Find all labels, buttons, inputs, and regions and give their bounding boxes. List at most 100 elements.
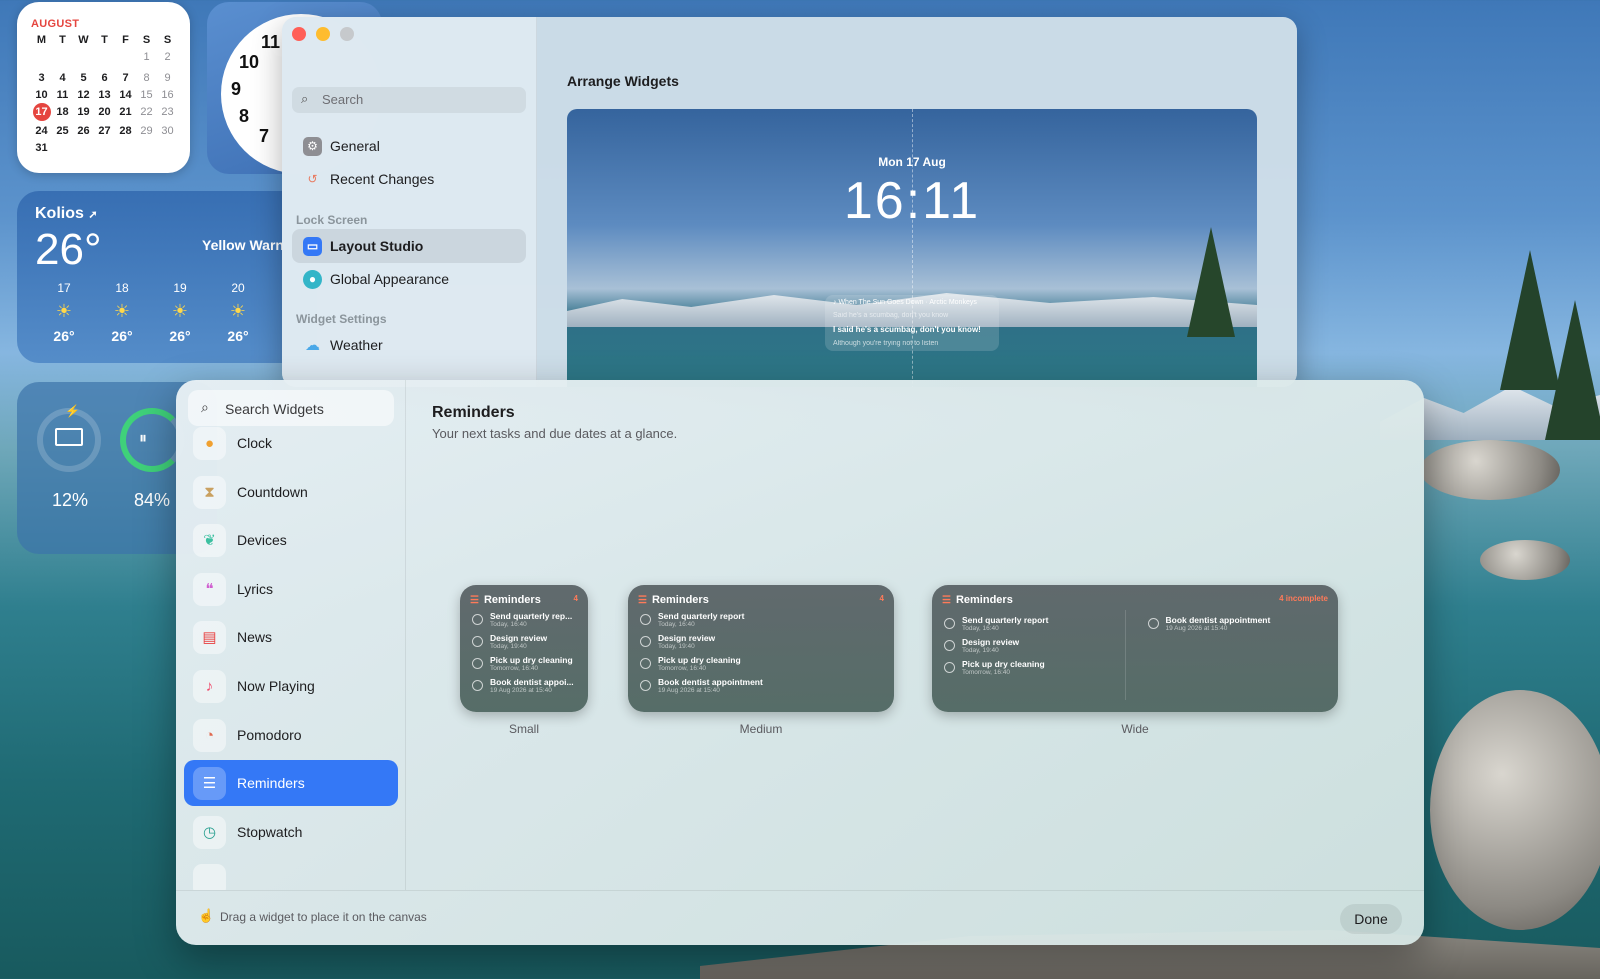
widget-list-item-reminders[interactable]: ☰ Reminders — [184, 760, 398, 807]
task-checkbox[interactable] — [472, 636, 483, 647]
sun-icon: ☀ — [55, 301, 73, 321]
calendar-day: 2 — [164, 51, 171, 63]
sidebar-item-label: Global Appearance — [330, 271, 450, 287]
reminders-widget-small[interactable]: ☰ Reminders 4 Send quarterly rep... Today, 1… — [460, 585, 588, 712]
layout-icon: ▭ — [303, 237, 322, 256]
forecast-day-label: 19 — [173, 281, 187, 295]
calendar-day — [52, 50, 73, 64]
widget-list-item-pomodoro[interactable]: ◔ Pomodoro — [184, 712, 398, 758]
calendar-widget[interactable]: AUGUST M T W T F S S 1 2 3 4 5 6 7 8 9 10 11 12 13 14 15 16 17 1… — [17, 2, 190, 173]
task-title: Send quarterly report — [658, 611, 745, 621]
desktop-rock — [1480, 540, 1570, 580]
widget-size-label: Wide — [1121, 722, 1149, 736]
calendar-day: 7 — [122, 72, 129, 84]
task-due: Tomorrow, 16:40 — [658, 665, 707, 672]
task-due: Today, 19:40 — [490, 643, 527, 650]
sidebar-item-recent-changes[interactable]: ↺ Recent Changes — [292, 162, 526, 196]
sun-icon: ☀ — [229, 301, 247, 321]
task-checkbox[interactable] — [944, 662, 955, 673]
calendar-day: 3 — [38, 72, 45, 84]
lyrics-line: Said he's a scumbag, don't you know — [833, 312, 949, 319]
reminder-task: Book dentist appoi... 19 Aug 2026 at 15:4… — [470, 677, 578, 694]
sidebar-item-label: Layout Studio — [330, 238, 424, 254]
sidebar-item-label: Weather — [330, 337, 383, 353]
list-icon: ☰ — [193, 767, 226, 801]
calendar-day: 20 — [98, 106, 111, 118]
task-checkbox[interactable] — [640, 680, 651, 691]
calendar-month: AUGUST — [31, 18, 80, 30]
calendar-day: 17 — [32, 103, 51, 121]
reminder-task: Book dentist appointment 19 Aug 2026 at 1… — [1146, 615, 1329, 632]
reminders-widget-wide[interactable]: ☰ Reminders 4 incomplete Send quarterly rep… — [932, 585, 1338, 712]
preview-tree — [1187, 227, 1235, 337]
reminders-column: Book dentist appointment 19 Aug 2026 at 1… — [1146, 610, 1329, 700]
calendar-day — [52, 141, 73, 155]
calendar-day: 26 — [77, 125, 90, 137]
settings-window: ⌕ Search ⚙ General ↺ Recent Changes Lock… — [282, 17, 1297, 387]
widget-list-item-lyrics[interactable]: ❝ Lyrics — [184, 566, 398, 612]
calendar-day — [115, 141, 136, 155]
sidebar-item-global-appearance[interactable]: ● Global Appearance — [292, 262, 526, 296]
task-checkbox[interactable] — [472, 614, 483, 625]
lyrics-widget-preview[interactable]: ♪ When The Sun Goes Down · Arctic Monkey… — [825, 295, 999, 351]
close-button[interactable] — [292, 27, 306, 41]
settings-search-placeholder: Search — [322, 92, 364, 107]
hand-drag-icon: ☝ — [198, 908, 215, 923]
widget-detail-title: Reminders — [432, 404, 515, 421]
task-checkbox[interactable] — [472, 680, 483, 691]
task-checkbox[interactable] — [640, 636, 651, 647]
widget-list-item-clock[interactable]: ● Clock — [184, 420, 398, 466]
widget-list-item-label: Devices — [237, 532, 287, 549]
minimize-button[interactable] — [316, 27, 330, 41]
done-button[interactable]: Done — [1340, 904, 1402, 934]
reminders-widget-title-wrap: ☰ Reminders — [942, 594, 1013, 606]
zoom-button[interactable] — [340, 27, 354, 41]
task-checkbox[interactable] — [640, 658, 651, 669]
widget-list-item-now-playing[interactable]: ♪ Now Playing — [184, 663, 398, 709]
reminder-task: Pick up dry cleaning Tomorrow, 16:40 — [638, 655, 884, 672]
airpods-icon: ❦ — [193, 524, 226, 558]
widget-list-item-news[interactable]: ▤ News — [184, 614, 398, 660]
calendar-day: 1 — [143, 51, 150, 63]
calendar-day — [73, 50, 94, 64]
widget-list-item-label: News — [237, 629, 273, 646]
lyrics-current-line: I said he's a scumbag, don't you know! — [833, 325, 981, 334]
widget-list-item-label: Now Playing — [237, 678, 315, 694]
task-title: Send quarterly report — [962, 615, 1049, 625]
task-checkbox[interactable] — [472, 658, 483, 669]
task-title: Pick up dry cleaning — [962, 659, 1045, 669]
settings-sidebar: ⌕ Search ⚙ General ↺ Recent Changes Lock… — [282, 17, 537, 387]
widget-list-item-countdown[interactable]: ⧗ Countdown — [184, 469, 398, 515]
task-checkbox[interactable] — [640, 614, 651, 625]
sidebar-item-weather[interactable]: ☁ Weather — [292, 328, 526, 362]
reminders-widget-header: ☰ Reminders 4 incomplete — [942, 594, 1328, 606]
task-checkbox[interactable] — [944, 640, 955, 651]
widget-list-item-devices[interactable]: ❦ Devices — [184, 517, 398, 563]
lock-screen-preview[interactable]: Mon 17 Aug 16:11 ♪ When The Sun Goes Dow… — [567, 109, 1257, 387]
quote-icon: ❝ — [193, 572, 226, 606]
forecast-temp: 26° — [111, 328, 133, 344]
reminders-widget-medium[interactable]: ☰ Reminders 4 Send quarterly report Today, 1… — [628, 585, 894, 712]
calendar-day: 12 — [77, 89, 90, 101]
settings-search-input[interactable]: ⌕ Search — [292, 87, 526, 113]
calendar-day — [94, 141, 115, 155]
sidebar-item-layout-studio[interactable]: ▭ Layout Studio — [292, 229, 526, 263]
reminders-widget-title: Reminders — [955, 594, 1013, 606]
desktop-rock — [1420, 440, 1560, 500]
location-arrow-icon: ➚ — [88, 209, 98, 221]
reminders-widget-title-wrap: ☰ Reminders — [470, 594, 541, 606]
widget-list-item-stopwatch[interactable]: ◷ Stopwatch — [184, 809, 398, 855]
calendar-day: 23 — [161, 106, 174, 118]
task-due: 19 Aug 2026 at 15:40 — [1165, 625, 1228, 632]
calendar-day: 10 — [35, 89, 48, 101]
forecast-day: 19 ☀ 26° — [151, 281, 209, 344]
calendar-day: 29 — [140, 125, 153, 137]
calendar-day: 21 — [119, 106, 132, 118]
reminder-task: Pick up dry cleaning Tomorrow, 16:40 — [470, 655, 578, 672]
task-checkbox[interactable] — [1147, 618, 1159, 629]
widget-list-item-partial[interactable] — [184, 857, 398, 890]
task-checkbox[interactable] — [944, 618, 955, 629]
clock-history-icon: ↺ — [307, 172, 318, 186]
weather-widget[interactable]: Kolios ➚ 26° Yellow Warn 17 ☀ 26° 18 ☀ 26° 19 ☀… — [17, 191, 317, 363]
sidebar-item-general[interactable]: ⚙ General — [292, 129, 526, 163]
